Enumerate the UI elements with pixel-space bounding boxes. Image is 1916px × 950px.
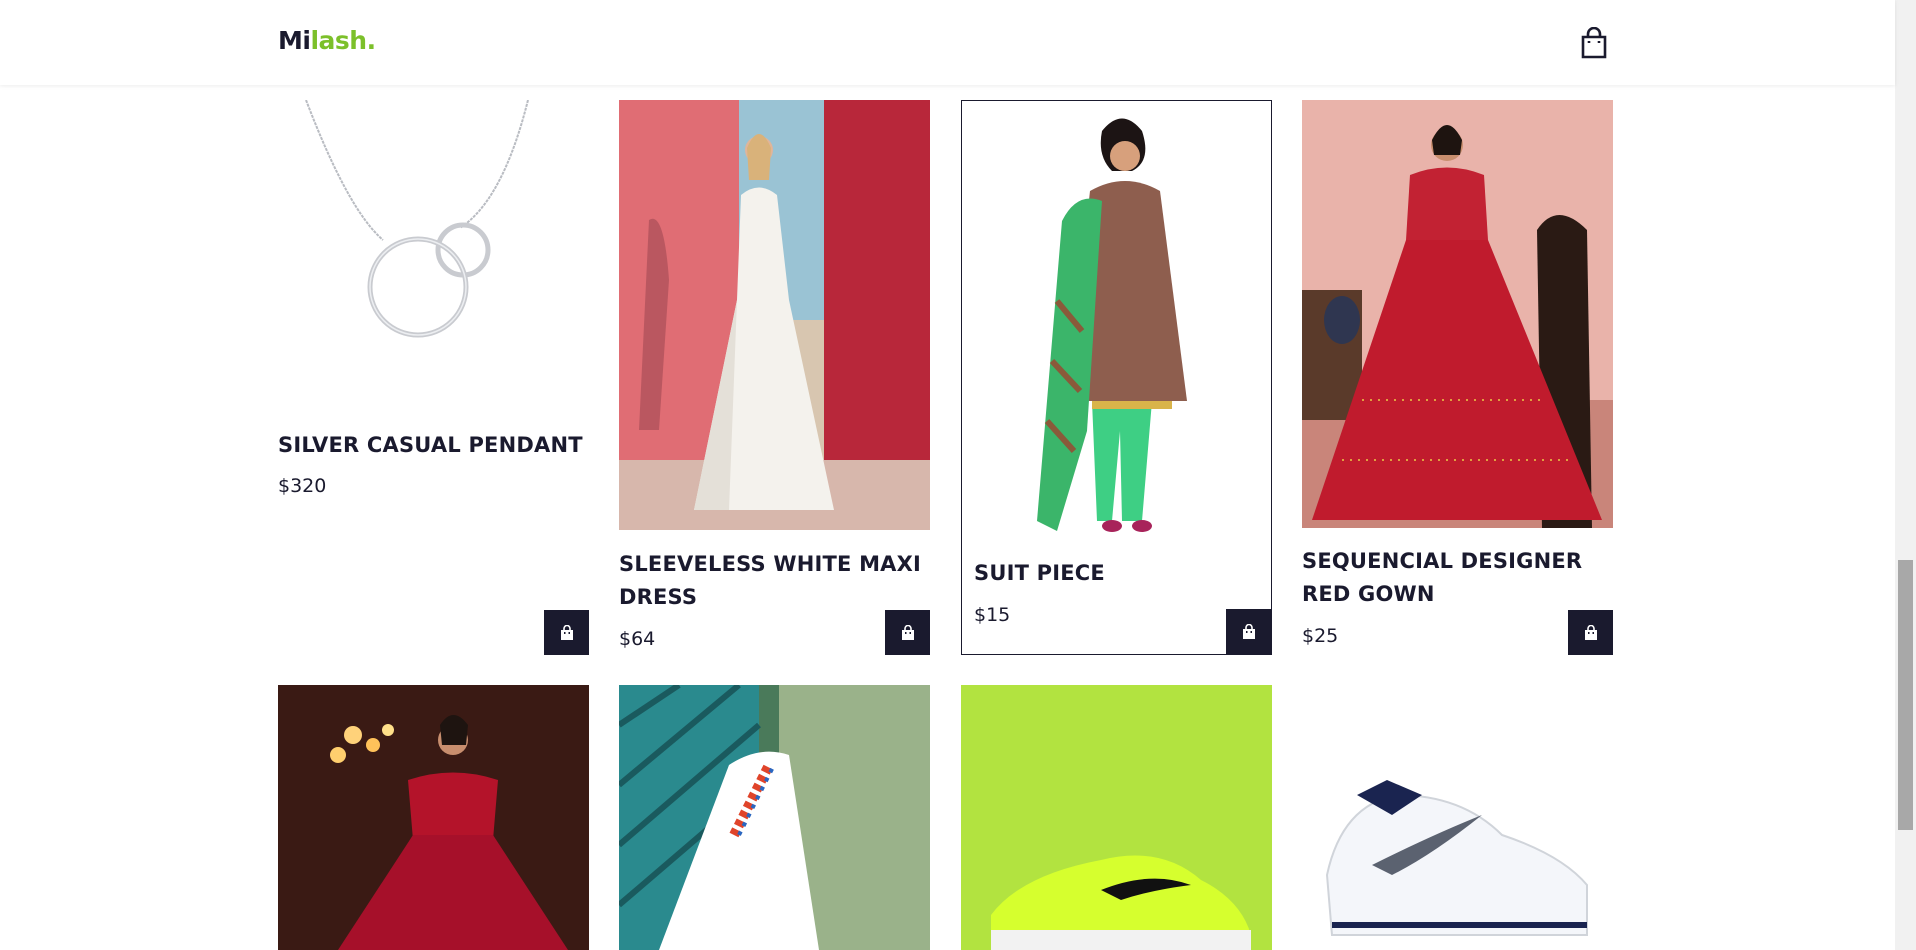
product-card[interactable]: SEQUENCIAL DESIGNER RED GOWN $25 (1302, 100, 1613, 655)
logo-text-part2: lash. (310, 26, 376, 55)
product-name[interactable]: SEQUENCIAL DESIGNER RED GOWN (1302, 545, 1613, 611)
product-price: $64 (619, 628, 656, 650)
product-name[interactable]: SILVER CASUAL PENDANT (278, 429, 589, 462)
shopping-bag-icon[interactable] (1578, 27, 1610, 59)
site-header: Milash. (0, 0, 1895, 85)
white-nike-sneaker-image[interactable] (1302, 685, 1613, 950)
shopping-bag-icon (1584, 624, 1597, 640)
green-sneaker-image[interactable] (961, 685, 1272, 950)
product-price: $25 (1302, 625, 1339, 647)
scrollbar-thumb[interactable] (1898, 560, 1913, 830)
suit-piece-image[interactable] (962, 101, 1271, 541)
add-to-cart-button[interactable] (885, 610, 930, 655)
add-to-cart-button[interactable] (1226, 609, 1271, 654)
product-card[interactable]: SLEEVELESS WHITE MAXI DRESS $64 $64 (619, 100, 930, 655)
brand-logo[interactable]: Milash. (278, 26, 376, 55)
product-card[interactable]: SUIT PIECE $15 (961, 100, 1272, 655)
logo-text-part1: Mi (278, 26, 311, 55)
product-price: $15 (974, 604, 1011, 626)
red-bridal-gown-image[interactable] (278, 685, 589, 950)
white-maxi-dress-image[interactable] (619, 100, 930, 530)
shopping-bag-icon (1242, 623, 1255, 639)
shopping-bag-icon (560, 624, 573, 640)
product-name[interactable]: SLEEVELESS WHITE MAXI DRESS (619, 548, 930, 614)
add-to-cart-button[interactable] (544, 610, 589, 655)
product-name[interactable]: SUIT PIECE (974, 557, 1264, 590)
sneaker-colorful-image[interactable] (619, 685, 930, 950)
red-gown-image[interactable] (1302, 100, 1613, 528)
shopping-bag-icon (901, 624, 914, 640)
page-scrollbar[interactable] (1895, 0, 1916, 950)
silver-pendant-image[interactable] (278, 100, 589, 400)
product-price: $320 (278, 475, 327, 497)
add-to-cart-button[interactable] (1568, 610, 1613, 655)
product-card[interactable]: SILVER CASUAL PENDANT $320 (278, 100, 589, 655)
